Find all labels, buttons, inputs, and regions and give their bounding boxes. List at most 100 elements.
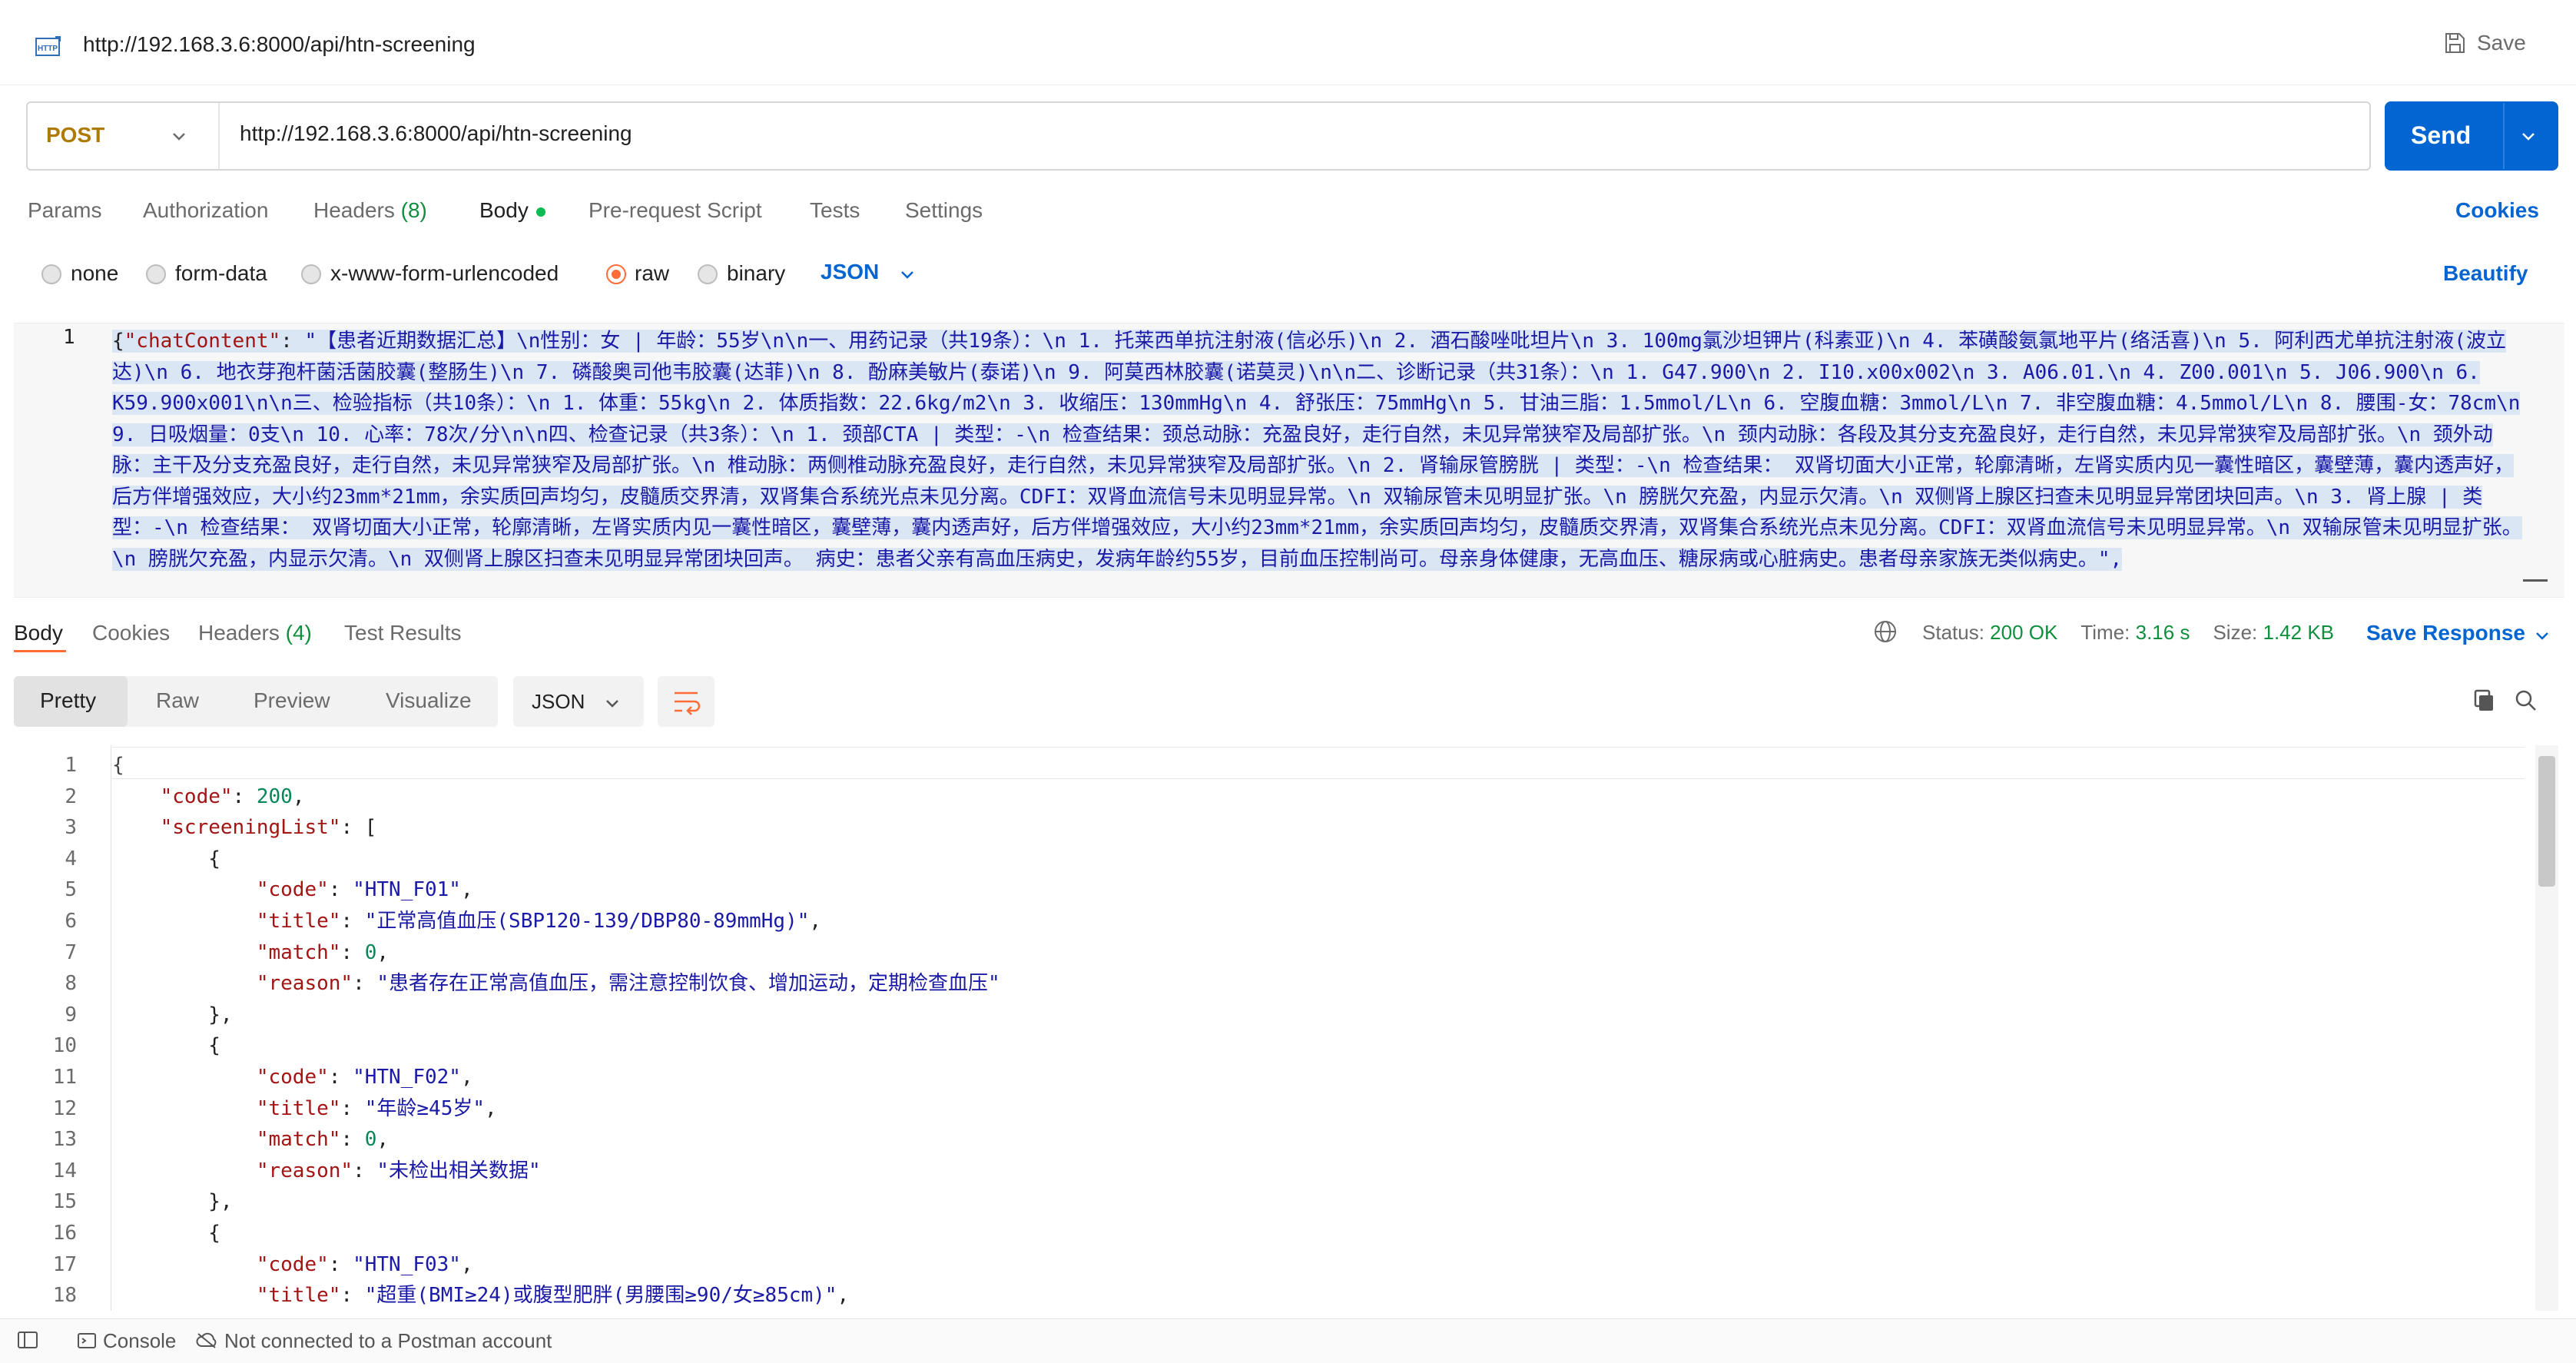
response-tab-cookies[interactable]: Cookies — [92, 621, 170, 645]
json-key: "reason" — [256, 1159, 353, 1182]
tab-headers-label: Headers — [313, 198, 395, 222]
json-key: "match" — [256, 1128, 341, 1152]
headers-count: (8) — [400, 198, 427, 222]
editor-resize-handle[interactable] — [2523, 579, 2548, 582]
code-line: }, — [112, 1003, 233, 1026]
request-body-code[interactable]: {"chatContent": "【患者近期数据汇总】\n性别：女 | 年龄：5… — [112, 326, 2525, 593]
response-tab-test-results[interactable]: Test Results — [344, 621, 462, 645]
size-info: Size: 1.42 KB — [2213, 621, 2334, 645]
status-info: Status: 200 OK — [1922, 621, 2057, 645]
chevron-down-icon[interactable] — [2520, 128, 2537, 144]
tab-prerequest-script[interactable]: Pre-request Script — [588, 198, 762, 223]
copy-icon[interactable] — [2472, 688, 2497, 713]
radio-none-label[interactable]: none — [71, 261, 118, 286]
code-line: }, — [112, 1190, 233, 1214]
radio-raw-dot — [612, 270, 621, 279]
radio-none[interactable] — [41, 264, 61, 284]
size-value[interactable]: 1.42 KB — [2263, 621, 2335, 644]
save-response-button[interactable]: Save Response — [2366, 621, 2525, 645]
radio-urlencoded[interactable] — [301, 264, 321, 284]
code-line: "match": 0, — [256, 1128, 390, 1152]
cookies-link[interactable]: Cookies — [2455, 198, 2539, 223]
line-number: 4 — [65, 847, 77, 871]
view-mode-pretty[interactable]: Pretty — [40, 688, 96, 713]
console-icon[interactable] — [77, 1332, 97, 1349]
tab-headers[interactable]: Headers (8) — [313, 198, 427, 223]
view-mode-raw[interactable]: Raw — [156, 688, 199, 713]
code-line: "title": "年龄≥45岁", — [256, 1096, 497, 1120]
line-number: 5 — [65, 878, 77, 902]
code-line: "title": "超重(BMI≥24)或腹型肥胖(男腰围≥90/女≥85cm)… — [256, 1284, 850, 1308]
chevron-down-icon[interactable] — [171, 128, 187, 144]
scrollbar-thumb[interactable] — [2538, 756, 2555, 887]
save-button[interactable]: Save — [2443, 31, 2526, 55]
json-key: "code" — [256, 1252, 329, 1276]
json-string: "未检出相关数据" — [376, 1159, 541, 1182]
sidebar-toggle-icon[interactable] — [17, 1331, 38, 1349]
json-string: "HTN_F01" — [353, 878, 461, 902]
http-icon: HTTP — [34, 32, 65, 63]
json-key: "code" — [160, 784, 233, 808]
view-mode-visualize[interactable]: Visualize — [386, 688, 472, 713]
console-button[interactable]: Console — [103, 1329, 176, 1353]
status-value[interactable]: 200 OK — [1990, 621, 2057, 644]
tab-settings[interactable]: Settings — [905, 198, 983, 223]
search-icon[interactable] — [2514, 688, 2538, 713]
view-mode-preview[interactable]: Preview — [254, 688, 330, 713]
json-string: "超重(BMI≥24)或腹型肥胖(男腰围≥90/女≥85cm)" — [364, 1284, 837, 1308]
code-line: "code": "HTN_F01", — [256, 878, 473, 902]
radio-form-data-label[interactable]: form-data — [175, 261, 267, 286]
response-tab-body[interactable]: Body — [14, 621, 63, 645]
response-meta: Status: 200 OK Time: 3.16 s Size: 1.42 K… — [1922, 621, 2334, 645]
line-number: 15 — [52, 1190, 77, 1214]
json-key: "code" — [256, 1065, 329, 1089]
tab-tests[interactable]: Tests — [810, 198, 860, 223]
url-input[interactable]: http://192.168.3.6:8000/api/htn-screenin… — [240, 121, 632, 146]
tab-authorization[interactable]: Authorization — [143, 198, 268, 223]
send-label[interactable]: Send — [2411, 121, 2471, 150]
line-number: 12 — [52, 1096, 77, 1120]
json-string: "HTN_F02" — [353, 1065, 461, 1089]
json-string: "HTN_F03" — [353, 1252, 461, 1276]
response-body-code[interactable]: { "code": 200, "screeningList": [ { "cod… — [112, 750, 2525, 1311]
response-tab-headers[interactable]: Headers (4) — [198, 621, 312, 645]
line-number: 18 — [52, 1284, 77, 1308]
active-tab-underline — [14, 650, 66, 652]
radio-urlencoded-label[interactable]: x-www-form-urlencoded — [330, 261, 559, 286]
code-line: "code": "HTN_F02", — [256, 1065, 473, 1089]
method-select[interactable]: POST — [46, 123, 104, 148]
code-line: "code": "HTN_F03", — [256, 1252, 473, 1276]
save-icon — [2443, 32, 2466, 55]
line-numbers: 1 2 3 4 5 6 7 8 9 10 11 12 13 14 15 16 1… — [43, 750, 77, 1312]
radio-binary-label[interactable]: binary — [727, 261, 785, 286]
line-number: 11 — [52, 1065, 77, 1089]
line-number: 13 — [52, 1128, 77, 1152]
status-label: Status: — [1922, 621, 1984, 644]
account-status[interactable]: Not connected to a Postman account — [224, 1329, 552, 1353]
tab-body[interactable]: Body — [479, 198, 529, 223]
beautify-button[interactable]: Beautify — [2443, 261, 2528, 286]
chevron-down-icon[interactable] — [899, 266, 916, 283]
time-value[interactable]: 3.16 s — [2136, 621, 2190, 644]
colon: : — [280, 330, 305, 353]
json-value: "【患者近期数据汇总】\n性别：女 | 年龄：55岁\n\n一、用药记录（共19… — [112, 330, 2522, 571]
code-line: "reason": "未检出相关数据" — [256, 1159, 541, 1182]
radio-form-data[interactable] — [146, 264, 166, 284]
tab-params[interactable]: Params — [28, 198, 101, 223]
json-number: 0 — [364, 1128, 377, 1152]
json-number: 0 — [364, 940, 377, 964]
body-format-select[interactable]: JSON — [821, 260, 879, 284]
line-number: 6 — [65, 909, 77, 933]
code-line: "screeningList": [ — [160, 816, 377, 840]
radio-binary[interactable] — [698, 264, 718, 284]
globe-icon[interactable] — [1873, 619, 1898, 644]
chevron-down-icon[interactable] — [604, 695, 621, 711]
line-number: 3 — [65, 816, 77, 840]
chevron-down-icon[interactable] — [2534, 627, 2551, 644]
wrap-lines-button[interactable] — [658, 676, 714, 727]
json-key: "title" — [256, 1096, 341, 1120]
line-number: 1 — [63, 326, 75, 349]
radio-raw-label[interactable]: raw — [635, 261, 669, 286]
json-key: "title" — [256, 1284, 341, 1308]
request-title[interactable]: http://192.168.3.6:8000/api/htn-screenin… — [83, 32, 476, 57]
